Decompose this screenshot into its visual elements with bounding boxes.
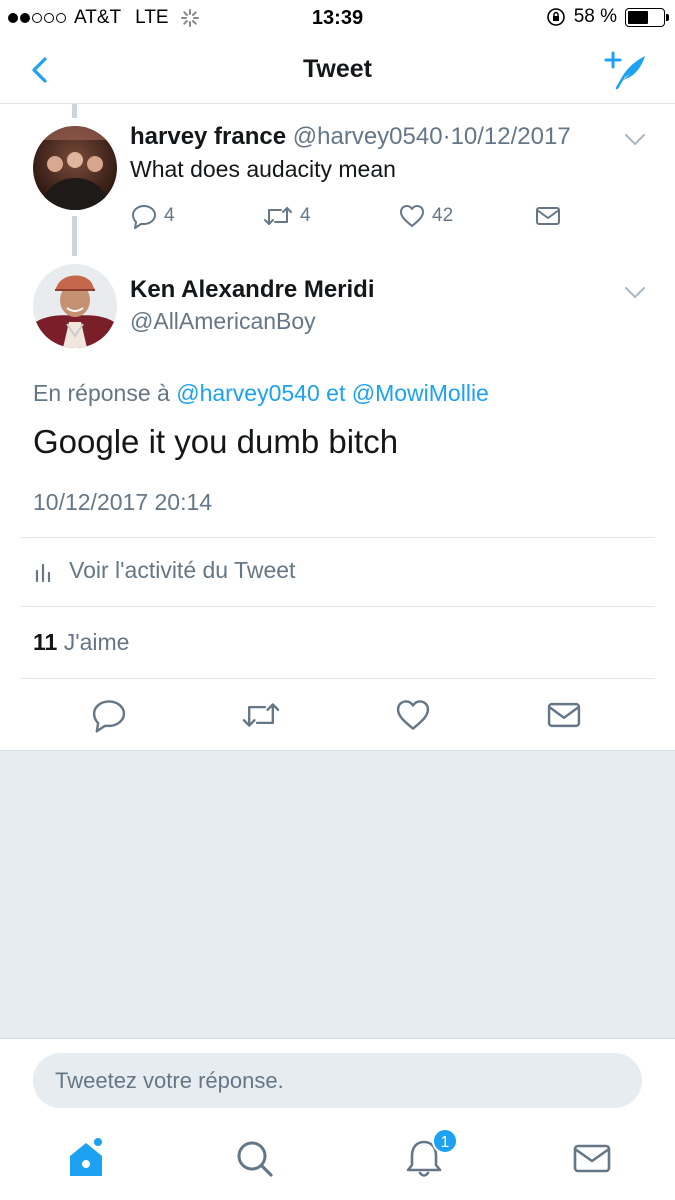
tweet-timestamp: 10/12/2017 20:14 — [33, 489, 213, 515]
parent-tweet-separator: · — [442, 123, 451, 150]
avatar[interactable] — [33, 264, 117, 348]
divider — [20, 537, 655, 538]
like-count: 42 — [432, 205, 454, 226]
page-title: Tweet — [303, 55, 372, 83]
retweet-icon — [264, 207, 292, 225]
chevron-down-icon[interactable] — [624, 286, 646, 300]
tab-bar — [0, 1124, 675, 1200]
retweet-count: 4 — [300, 205, 311, 226]
envelope-icon[interactable] — [570, 1136, 614, 1180]
notifications-badge: 1 — [432, 1128, 458, 1154]
parent-tweet-text: What does audacity mean — [130, 156, 396, 182]
reply-input[interactable]: Tweetez votre réponse. — [33, 1053, 642, 1108]
divider — [20, 678, 655, 679]
search-icon[interactable] — [232, 1136, 276, 1180]
reply-mention-link[interactable]: @harvey0540 — [176, 380, 320, 406]
nav-bar: Tweet — [0, 36, 675, 104]
retweet-icon[interactable] — [240, 696, 282, 734]
parent-tweet-actions: 4 4 42 — [130, 200, 570, 232]
status-right: 58 % — [546, 6, 669, 28]
compose-feather-icon[interactable] — [603, 48, 649, 92]
reply-bubble-icon — [132, 205, 156, 229]
tweet-actions-bar — [0, 690, 675, 740]
reply-button[interactable]: 4 — [130, 202, 175, 230]
reply-conjunction: et — [326, 380, 346, 406]
tweet-author-name[interactable]: Ken Alexandre Meridi — [130, 276, 375, 304]
chevron-down-icon[interactable] — [624, 133, 646, 147]
tweet-activity-label: Voir l'activité du Tweet — [69, 557, 296, 583]
envelope-icon — [536, 207, 560, 225]
bar-chart-icon — [35, 563, 51, 582]
thread-line-middle — [72, 216, 77, 256]
likes-summary[interactable]: 11 J'aime — [33, 629, 129, 656]
battery-icon — [625, 7, 669, 27]
reply-count: 4 — [164, 205, 175, 226]
battery-percent: 58 % — [573, 6, 617, 27]
like-button[interactable]: 42 — [398, 202, 453, 230]
tweet-author-handle[interactable]: @AllAmericanBoy — [130, 308, 316, 335]
home-icon[interactable] — [64, 1136, 108, 1180]
heart-icon[interactable] — [394, 696, 432, 734]
avatar[interactable] — [33, 126, 117, 210]
status-bar: AT&T LTE 13:39 58 % — [0, 0, 675, 36]
tweet-activity-link[interactable]: Voir l'activité du Tweet — [33, 557, 295, 584]
orientation-lock-icon — [546, 8, 565, 26]
heart-icon — [400, 205, 424, 227]
reply-bar: Tweetez votre réponse. — [0, 1038, 675, 1124]
parent-tweet-date: 10/12/2017 — [450, 123, 571, 150]
retweet-button[interactable]: 4 — [262, 202, 311, 230]
parent-tweet-author-name[interactable]: harvey france — [130, 123, 286, 150]
empty-replies-area — [0, 750, 675, 1038]
dm-button[interactable] — [534, 202, 562, 230]
parent-tweet-handle[interactable]: @harvey0540 — [293, 123, 443, 150]
envelope-icon[interactable] — [545, 696, 583, 734]
reply-prefix: En réponse à — [33, 380, 170, 406]
divider — [20, 606, 655, 607]
thread-line-top — [72, 104, 77, 118]
reply-bubble-icon[interactable] — [90, 696, 128, 734]
likes-label: J'aime — [63, 629, 130, 655]
parent-tweet-header: harvey france @harvey0540·10/12/2017 — [130, 123, 571, 151]
reply-mention-link[interactable]: @MowiMollie — [352, 380, 489, 406]
likes-count: 11 — [33, 629, 58, 655]
reply-context: En réponse à @harvey0540 et @MowiMollie — [33, 380, 489, 407]
tweet-text: Google it you dumb bitch — [33, 423, 399, 460]
